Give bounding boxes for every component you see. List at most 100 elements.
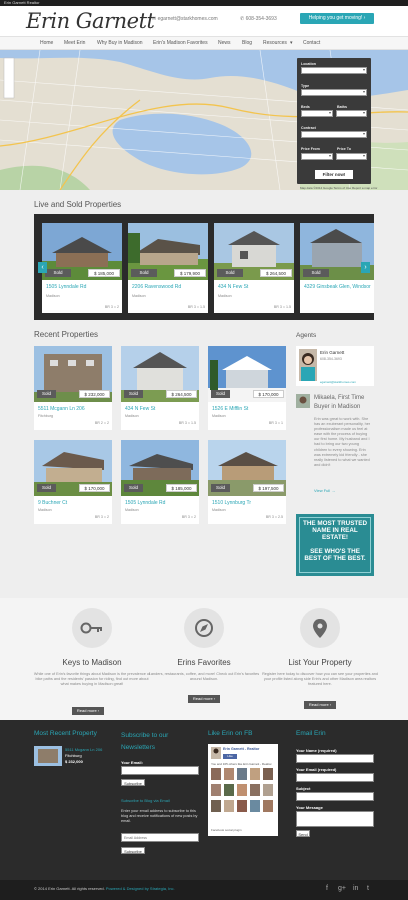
property-address[interactable]: 1526 E Mifflin St — [212, 406, 284, 412]
property-address[interactable]: 5511 Mcgann Ln 206 — [38, 406, 110, 412]
chevron-down-icon: ▾ — [290, 40, 293, 46]
nav-home[interactable]: Home — [40, 37, 53, 50]
trusted-line1: THE MOST TRUSTED NAME IN REAL ESTATE! — [302, 520, 368, 541]
price-to-label: Price To — [337, 147, 351, 151]
property-address[interactable]: 2206 Ravenswood Rd — [132, 284, 206, 290]
testimonial-text: Erin was great to work with. She has an … — [314, 417, 371, 467]
feature-text: Register here today to discover how you … — [262, 672, 378, 686]
facebook-icon[interactable]: f — [326, 885, 328, 892]
status-badge: Sold — [303, 269, 329, 277]
read-more-button[interactable]: Read more › — [304, 701, 336, 709]
nav-contact[interactable]: Contact — [303, 37, 320, 50]
read-more-button[interactable]: Read more › — [188, 695, 220, 703]
trusted-line2: SEE WHO'S THE BEST OF THE BEST. — [304, 548, 366, 562]
status-badge: Sold — [37, 390, 56, 398]
nav-news[interactable]: News — [218, 37, 231, 50]
nav-meet-erin[interactable]: Meet Erin — [64, 37, 85, 50]
carousel-next-button[interactable]: › — [361, 262, 370, 273]
fb-like-button[interactable]: Like — [223, 754, 237, 759]
price-badge: $ 264,500 — [166, 390, 197, 398]
footer-col2-title: Subscribe to our Newsletters — [121, 732, 169, 751]
status-badge: Sold — [124, 390, 143, 398]
baths-label: Baths — [337, 105, 347, 109]
carousel-card[interactable]: Sold $ 179,900 2206 Ravenswood Rd Madiso… — [128, 223, 208, 313]
map-pin-icon — [300, 608, 340, 648]
agent-card[interactable]: Erin Garnett 608-354-3693 egarnett@stark… — [296, 346, 374, 386]
compass-icon — [184, 608, 224, 648]
newsletter-subscribe-button[interactable]: Subscribe — [121, 779, 145, 786]
price-from-select[interactable] — [301, 153, 333, 160]
nav-why-buy[interactable]: Why Buy in Madison — [97, 37, 143, 50]
type-select[interactable] — [301, 89, 367, 96]
linkedin-icon[interactable]: in — [353, 885, 358, 892]
carousel-card[interactable]: Sold $ 264,500 434 N Few St Madison BR 3… — [214, 223, 294, 313]
property-card[interactable]: Sold $ 170,000 9 Buchner Ct Madison BR 3… — [34, 440, 112, 524]
property-address[interactable]: 1505 Lynndale Rd — [46, 284, 120, 290]
nav-resources[interactable]: Resources — [263, 37, 287, 50]
feature-title: Erins Favorites — [177, 658, 231, 667]
contact-message-label: Your Message — [296, 805, 323, 810]
bed-bath-info: BR 3 ⌂ 1.5 — [273, 305, 291, 309]
property-city: Fitchburg — [38, 414, 53, 418]
feature-title: List Your Property — [288, 658, 352, 667]
blog-subscribe-button[interactable]: Subscribe — [121, 847, 145, 854]
carousel-card[interactable]: Sold $ 185,000 1505 Lynndale Rd Madison … — [42, 223, 122, 313]
site-logo[interactable]: Erin Garnett — [26, 9, 155, 33]
contact-message-input[interactable] — [296, 811, 374, 827]
property-card[interactable]: Sold $ 232,000 5511 Mcgann Ln 206 Fitchb… — [34, 346, 112, 430]
footer-property-price: $ 232,000 — [65, 759, 83, 764]
facebook-widget[interactable]: Erin Garnett - Realtor Like You and 165 … — [208, 744, 278, 836]
price-badge: $ 264,500 — [260, 269, 292, 277]
contract-select[interactable] — [301, 131, 367, 138]
contact-subject-label: Subject — [296, 786, 311, 791]
contact-subject-input[interactable] — [296, 792, 374, 801]
property-city: Madison — [38, 508, 52, 512]
footer-property-photo[interactable] — [34, 746, 62, 766]
nav-blog[interactable]: Blog — [242, 37, 252, 50]
newsletter-email-input[interactable] — [121, 766, 199, 775]
header-email[interactable]: ✉ egarnett@starkhomes.com — [152, 16, 218, 22]
copyright-text: © 2014 Erin Garnett. All rights reserved… — [34, 886, 175, 891]
price-badge: $ 170,000 — [253, 390, 284, 398]
agent-name[interactable]: Erin Garnett — [320, 350, 344, 355]
property-address[interactable]: 434 N Few St — [218, 284, 292, 290]
nav-favorites[interactable]: Erin's Madison Favorites — [153, 37, 208, 50]
price-from-label: Price From — [301, 147, 320, 151]
type-label: Type — [301, 84, 310, 88]
property-address[interactable]: 434 N Few St — [125, 406, 197, 412]
property-address[interactable]: 1505 Lynndale Rd — [125, 500, 197, 506]
testimonial-avatar — [296, 394, 310, 408]
twitter-icon[interactable]: t — [367, 885, 369, 892]
agent-email[interactable]: egarnett@starkhomes.com — [320, 380, 356, 384]
property-city: Madison — [125, 508, 139, 512]
baths-select[interactable] — [336, 110, 367, 117]
contact-name-label: Your Name (required) — [296, 748, 337, 753]
read-more-button[interactable]: Read more › — [72, 707, 104, 715]
price-to-select[interactable] — [336, 153, 367, 160]
help-moving-button[interactable]: Helping you get moving! › — [300, 13, 374, 24]
credit-link[interactable]: Powered & Designed by Strategia, Inc. — [106, 886, 175, 891]
google-plus-icon[interactable]: g+ — [338, 885, 346, 892]
contact-name-input[interactable] — [296, 754, 374, 763]
beds-select[interactable] — [301, 110, 333, 117]
price-badge: $ 232,000 — [79, 390, 110, 398]
carousel-prev-button[interactable]: ‹ — [38, 262, 47, 273]
property-card[interactable]: Sold $ 264,500 434 N Few St Madison BR 3… — [121, 346, 199, 430]
property-card[interactable]: Sold $ 170,000 1526 E Mifflin St Madison… — [208, 346, 286, 430]
property-card[interactable]: Sold $ 197,500 1510 Lynnburg Tr Madison … — [208, 440, 286, 524]
fb-page-name[interactable]: Erin Garnett - Realtor — [223, 747, 259, 751]
blog-email-input[interactable] — [121, 833, 199, 842]
footer-property-address[interactable]: 5511 Mcgann Ln 206 — [65, 747, 102, 752]
contact-send-button[interactable]: Send — [296, 830, 310, 837]
property-address[interactable]: 1510 Lynnburg Tr — [212, 500, 284, 506]
main-nav: Home Meet Erin Why Buy in Madison Erin's… — [0, 36, 408, 50]
contact-email-input[interactable] — [296, 773, 374, 782]
location-select[interactable] — [301, 67, 367, 74]
property-card[interactable]: Sold $ 185,000 1505 Lynndale Rd Madison … — [121, 440, 199, 524]
view-full-link[interactable]: View Full → — [314, 488, 335, 493]
filter-button[interactable]: Filter now! — [315, 170, 353, 179]
trusted-banner[interactable]: THE MOST TRUSTED NAME IN REAL ESTATE! SE… — [296, 514, 374, 576]
property-address[interactable]: 4329 Ginsbeak Glen, Windsor — [304, 284, 372, 290]
copyright-bar: © 2014 Erin Garnett. All rights reserved… — [0, 880, 408, 900]
property-address[interactable]: 9 Buchner Ct — [38, 500, 110, 506]
